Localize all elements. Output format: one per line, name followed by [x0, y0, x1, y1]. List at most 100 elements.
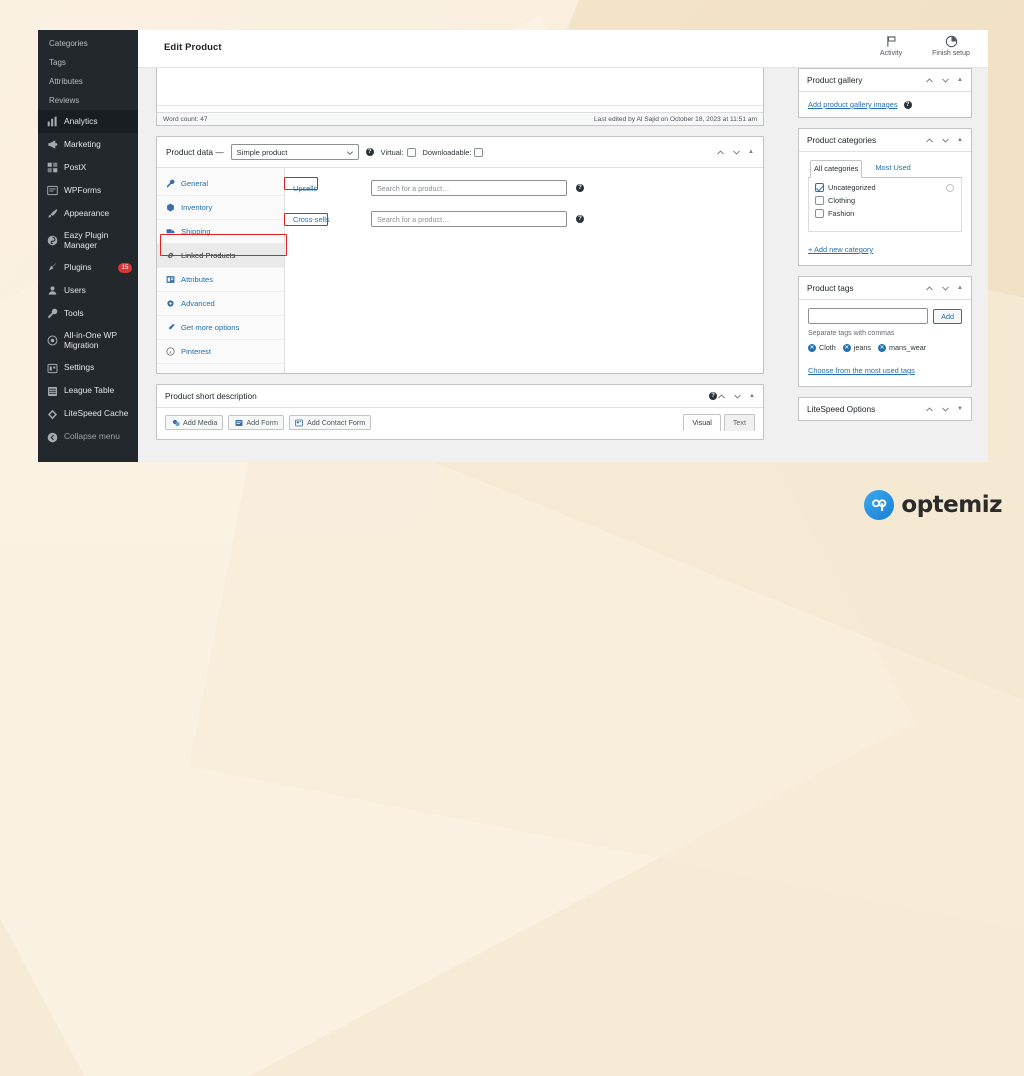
collapse-toggle-icon[interactable]: ▲ [957, 137, 963, 143]
downloadable-checkbox[interactable] [474, 147, 484, 157]
remove-tag-icon[interactable]: ✕ [877, 343, 886, 352]
sidebar-item-league-table[interactable]: League Table [38, 380, 138, 403]
collapse-toggle-icon[interactable]: ▲ [957, 77, 963, 83]
sidebar-item-analytics[interactable]: Analytics [38, 110, 138, 133]
sidebar-column: Product gallery ▲ Add product gallery im… [798, 68, 972, 431]
finish-setup-button[interactable]: Finish setup [928, 35, 974, 57]
product-type-select[interactable]: Simple product [230, 144, 359, 160]
sidebar-item-label: League Table [64, 385, 115, 396]
add-contact-form-button[interactable]: Add Contact Form [288, 415, 372, 430]
gear-icon [165, 299, 175, 309]
tab-all-categories[interactable]: All categories [810, 160, 863, 178]
cross-sells-search-input[interactable]: Search for a product… [371, 211, 567, 227]
downloadable-checkbox-group[interactable]: Downloadable: [423, 147, 484, 157]
move-up-icon[interactable] [925, 284, 934, 293]
tag-chip[interactable]: ✕ jeans [842, 343, 871, 352]
tag-chip[interactable]: ✕ mans_wear [877, 343, 926, 352]
sidebar-item-litespeed-cache[interactable]: LiteSpeed Cache [38, 403, 138, 426]
add-media-button[interactable]: Add Media [165, 415, 224, 430]
virtual-checkbox[interactable] [406, 147, 416, 157]
op-monogram-icon [864, 490, 895, 520]
sidebar-item-appearance[interactable]: Appearance [38, 202, 138, 225]
cross-sells-help-icon[interactable]: ? [576, 215, 584, 223]
expand-toggle-icon[interactable]: ▼ [957, 406, 963, 412]
woocommerce-top-bar: Edit Product Activity Finish setup [138, 30, 988, 68]
category-item-uncategorized[interactable]: Uncategorized [815, 183, 955, 192]
sidebar-item-all-in-one-wp-migration[interactable]: All-in-One WP Migration [38, 325, 138, 356]
tab-general[interactable]: General [157, 172, 284, 196]
move-up-icon[interactable] [717, 392, 726, 401]
tab-visual[interactable]: Visual [683, 414, 721, 431]
button-label: Add Contact Form [306, 418, 366, 427]
product-categories-metabox: Product categories ▲ All categories Most… [798, 128, 972, 266]
tab-get-more-options[interactable]: Get more options [157, 316, 284, 340]
sidebar-item-label: WPForms [64, 184, 102, 195]
tab-inventory[interactable]: Inventory [157, 196, 284, 220]
tag-input[interactable] [808, 308, 929, 324]
editor-canvas[interactable] [157, 68, 763, 106]
sidebar-item-marketing[interactable]: Marketing [38, 133, 138, 156]
add-tag-button[interactable]: Add [933, 308, 962, 324]
sidebar-item-settings[interactable]: Settings [38, 357, 138, 380]
tab-advanced[interactable]: Advanced [157, 292, 284, 316]
remove-tag-icon[interactable]: ✕ [842, 343, 851, 352]
upsells-help-icon[interactable]: ? [576, 184, 584, 192]
tab-pinterest[interactable]: Pinterest [157, 340, 284, 364]
move-down-icon[interactable] [941, 136, 950, 145]
short-description-toolbar: Add Media Add Form Add Contact Form Visu… [157, 408, 763, 439]
tab-attributes[interactable]: Attributes [157, 268, 284, 292]
virtual-label: Virtual: [380, 147, 404, 157]
move-down-icon[interactable] [941, 405, 950, 414]
category-tabs: All categories Most Used [808, 160, 962, 178]
add-form-button[interactable]: Add Form [228, 415, 284, 430]
move-up-icon[interactable] [925, 76, 934, 85]
add-new-category-link[interactable]: + Add new category [808, 245, 873, 254]
tab-shipping[interactable]: Shipping [157, 220, 284, 244]
category-item-fashion[interactable]: Fashion [815, 209, 955, 218]
remove-tag-icon[interactable]: ✕ [808, 343, 816, 352]
move-up-icon[interactable] [925, 405, 934, 414]
collapse-toggle-icon[interactable]: ▲ [749, 393, 755, 399]
virtual-checkbox-group[interactable]: Virtual: [380, 147, 416, 157]
collapse-toggle-icon[interactable]: ▲ [748, 149, 754, 155]
sidebar-item-collapse-menu[interactable]: Collapse menu [38, 426, 138, 449]
page-title: Edit Product [164, 42, 222, 53]
collapse-toggle-icon[interactable]: ▲ [957, 285, 963, 291]
sidebar-item-users[interactable]: Users [38, 279, 138, 302]
category-checkbox[interactable] [815, 183, 824, 192]
sidebar-item-postx[interactable]: PostX [38, 156, 138, 179]
tag-chip[interactable]: ✕ Cloth [808, 343, 836, 352]
plug-icon [47, 262, 58, 273]
activity-button[interactable]: Activity [868, 35, 914, 57]
sidebar-item-label: Tools [64, 307, 84, 318]
move-down-icon[interactable] [732, 148, 741, 157]
move-down-icon[interactable] [941, 284, 950, 293]
help-icon[interactable]: ? [903, 100, 912, 109]
upsells-search-input[interactable]: Search for a product… [371, 180, 567, 196]
tab-most-used[interactable]: Most Used [872, 160, 913, 177]
help-icon[interactable]: ? [365, 148, 374, 156]
sidebar-item-eazy-plugin-manager[interactable]: Eazy Plugin Manager [38, 225, 138, 256]
move-up-icon[interactable] [716, 148, 725, 157]
product-data-body: General Inventory Shipping Linked Produc… [157, 168, 763, 373]
category-checkbox[interactable] [815, 209, 824, 218]
category-checkbox[interactable] [815, 196, 824, 205]
sidebar-item-tags[interactable]: Tags [38, 53, 138, 72]
sidebar-item-plugins[interactable]: Plugins 15 [38, 256, 138, 279]
tab-text[interactable]: Text [723, 414, 755, 431]
move-down-icon[interactable] [941, 76, 950, 85]
product-data-metabox: Product data — Simple product ? Virtual:… [156, 136, 764, 374]
add-product-gallery-images-link[interactable]: Add product gallery images [808, 100, 898, 109]
sidebar-item-wpforms[interactable]: WPForms [38, 179, 138, 202]
sidebar-item-reviews[interactable]: Reviews [38, 91, 138, 110]
most-used-tags-link[interactable]: Choose from the most used tags [808, 366, 915, 375]
sidebar-item-attributes[interactable]: Attributes [38, 72, 138, 91]
move-up-icon[interactable] [925, 136, 934, 145]
sidebar-item-tools[interactable]: Tools [38, 302, 138, 325]
sidebar-item-categories[interactable]: Categories [38, 34, 138, 53]
help-icon[interactable]: ? [709, 392, 718, 400]
list-icon [165, 275, 175, 285]
category-item-clothing[interactable]: Clothing [815, 196, 955, 205]
tab-linked-products[interactable]: Linked Products [157, 244, 284, 268]
move-down-icon[interactable] [733, 392, 742, 401]
